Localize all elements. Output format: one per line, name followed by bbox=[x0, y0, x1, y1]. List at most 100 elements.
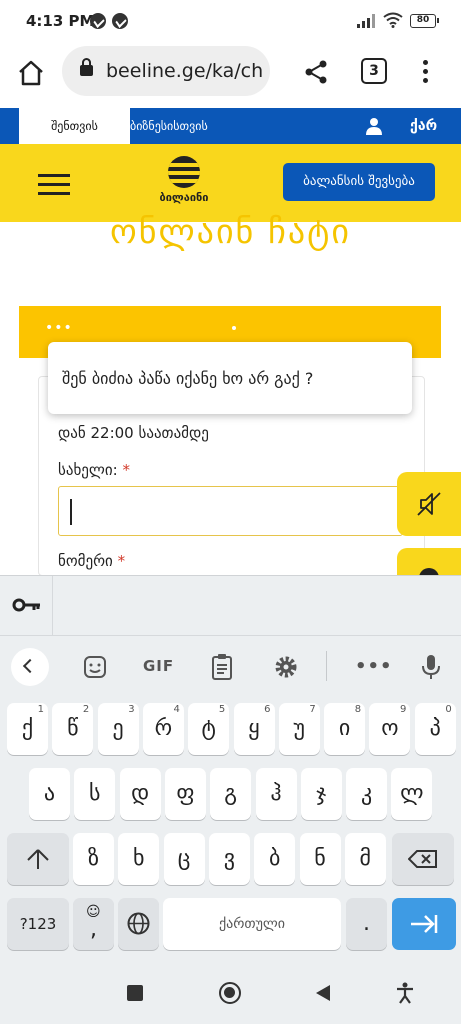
key-ხ[interactable]: ხ bbox=[118, 833, 160, 885]
accessibility-icon[interactable] bbox=[396, 982, 414, 1004]
key-ყ[interactable]: ყ6 bbox=[233, 703, 275, 755]
key-ო[interactable]: ო9 bbox=[369, 703, 411, 755]
key-label: ყ bbox=[248, 716, 260, 741]
share-icon[interactable] bbox=[302, 58, 330, 86]
site-top-nav: შენთვის ბიზნესისთვის ქარ bbox=[0, 108, 461, 144]
system-nav-bar bbox=[0, 965, 461, 1024]
key-კ[interactable]: კ bbox=[346, 768, 388, 820]
gif-button[interactable]: GIF bbox=[143, 657, 174, 675]
messenger-icon bbox=[90, 13, 106, 29]
key-დ[interactable]: დ bbox=[119, 768, 161, 820]
enter-key[interactable] bbox=[392, 898, 456, 950]
key-label: რ bbox=[154, 716, 173, 741]
shift-key[interactable] bbox=[7, 833, 69, 885]
key-პ[interactable]: პ0 bbox=[414, 703, 456, 755]
speaker-muted-icon bbox=[417, 492, 441, 516]
language-switch[interactable]: ქარ bbox=[410, 108, 437, 144]
beeline-logo[interactable]: ბილაინი bbox=[154, 156, 214, 208]
key-ე[interactable]: ე3 bbox=[97, 703, 139, 755]
settings-gear-icon[interactable] bbox=[267, 648, 305, 686]
key-hint: 7 bbox=[309, 704, 316, 715]
tab-switcher-button[interactable]: 3 bbox=[361, 58, 387, 84]
key-hint: 8 bbox=[354, 704, 362, 715]
key-hint: 1 bbox=[37, 704, 44, 715]
key-ჰ[interactable]: ჰ bbox=[255, 768, 297, 820]
key-უ[interactable]: უ7 bbox=[278, 703, 320, 755]
page-title: ონლაინ ჩატი bbox=[110, 212, 351, 252]
key-label: ი bbox=[338, 716, 351, 741]
key-hint: 9 bbox=[400, 704, 407, 715]
microphone-icon[interactable] bbox=[412, 648, 450, 686]
tab-business[interactable]: ბიზნესისთვის bbox=[130, 108, 208, 144]
key-label: ტ bbox=[201, 716, 216, 741]
backspace-key[interactable] bbox=[392, 833, 454, 885]
divider bbox=[326, 651, 327, 681]
browser-toolbar: beeline.ge/ka/ch 3 bbox=[0, 44, 461, 108]
clipboard-icon[interactable] bbox=[203, 648, 241, 686]
key-ბ[interactable]: ბ bbox=[254, 833, 296, 885]
key-ვ[interactable]: ვ bbox=[208, 833, 250, 885]
key-ნ[interactable]: ნ bbox=[299, 833, 341, 885]
key-ზ[interactable]: ზ bbox=[73, 833, 114, 885]
language-key[interactable] bbox=[118, 898, 159, 950]
required-mark: * bbox=[122, 461, 130, 479]
key-ა[interactable]: ა bbox=[29, 768, 70, 820]
symbols-key[interactable]: ?123 bbox=[7, 898, 69, 950]
phone-label: ნომერი * bbox=[58, 552, 125, 570]
overflow-menu-icon[interactable] bbox=[418, 57, 432, 87]
user-icon[interactable] bbox=[365, 117, 383, 135]
key-label: ე bbox=[112, 716, 124, 741]
popup-text: შენ ბიძია პაწა იქანე ხო არ გაქ ? bbox=[62, 369, 314, 388]
key-წ[interactable]: წ2 bbox=[52, 703, 94, 755]
chat-message-popup[interactable]: შენ ბიძია პაწა იქანე ხო არ გაქ ? bbox=[48, 342, 412, 414]
key-icon[interactable] bbox=[12, 597, 42, 613]
comma-key[interactable]: ☺ , bbox=[73, 898, 114, 950]
key-label: პ bbox=[429, 716, 441, 741]
home-nav-icon[interactable] bbox=[219, 982, 241, 1004]
shift-arrow-icon bbox=[27, 849, 49, 869]
wifi-icon bbox=[383, 12, 403, 28]
key-ფ[interactable]: ფ bbox=[164, 768, 206, 820]
period-key[interactable]: . bbox=[346, 898, 387, 950]
key-ტ[interactable]: ტ5 bbox=[188, 703, 230, 755]
phone-label-text: ნომერი bbox=[58, 552, 113, 570]
key-hint: 3 bbox=[128, 704, 135, 715]
key-ს[interactable]: ს bbox=[74, 768, 116, 820]
required-mark: * bbox=[117, 552, 126, 570]
key-მ[interactable]: მ bbox=[344, 833, 386, 885]
chat-hours-text: დან 22:00 საათამდე bbox=[58, 424, 209, 442]
side-action-button[interactable] bbox=[397, 548, 461, 578]
lock-icon bbox=[80, 58, 93, 76]
keyboard-collapse-button[interactable] bbox=[11, 648, 49, 686]
status-bar: 4:13 PM 80 bbox=[0, 0, 461, 44]
key-label: წ bbox=[67, 716, 79, 741]
back-icon[interactable] bbox=[316, 985, 330, 1001]
globe-icon bbox=[127, 912, 150, 935]
comma-label: , bbox=[90, 917, 97, 942]
hamburger-menu-icon[interactable] bbox=[38, 170, 70, 198]
tab-personal[interactable]: შენთვის bbox=[19, 108, 130, 144]
name-input[interactable] bbox=[58, 486, 403, 536]
key-label: ქ bbox=[21, 716, 34, 741]
key-hint: 4 bbox=[173, 704, 180, 715]
recents-icon[interactable] bbox=[127, 985, 143, 1001]
mute-button[interactable] bbox=[397, 472, 461, 536]
key-label: ო bbox=[381, 716, 399, 741]
site-header: ბილაინი ბალანსის შევსება bbox=[0, 144, 461, 222]
name-label-text: სახელი: bbox=[58, 461, 118, 479]
chevron-left-icon bbox=[22, 658, 38, 674]
next-arrow-icon bbox=[411, 915, 438, 933]
key-რ[interactable]: რ4 bbox=[142, 703, 184, 755]
key-ჯ[interactable]: ჯ bbox=[300, 768, 342, 820]
key-ც[interactable]: ც bbox=[163, 833, 205, 885]
key-ქ[interactable]: ქ1 bbox=[7, 703, 48, 755]
balance-topup-button[interactable]: ბალანსის შევსება bbox=[283, 163, 435, 201]
key-გ[interactable]: გ bbox=[210, 768, 252, 820]
key-ი[interactable]: ი8 bbox=[324, 703, 366, 755]
home-icon[interactable] bbox=[16, 58, 46, 88]
more-options-icon[interactable]: ••• bbox=[355, 656, 393, 677]
key-ლ[interactable]: ლ bbox=[391, 768, 433, 820]
sticker-icon[interactable] bbox=[76, 648, 114, 686]
space-key[interactable]: ქართული bbox=[163, 898, 341, 950]
address-bar[interactable]: beeline.ge/ka/ch bbox=[62, 46, 270, 96]
